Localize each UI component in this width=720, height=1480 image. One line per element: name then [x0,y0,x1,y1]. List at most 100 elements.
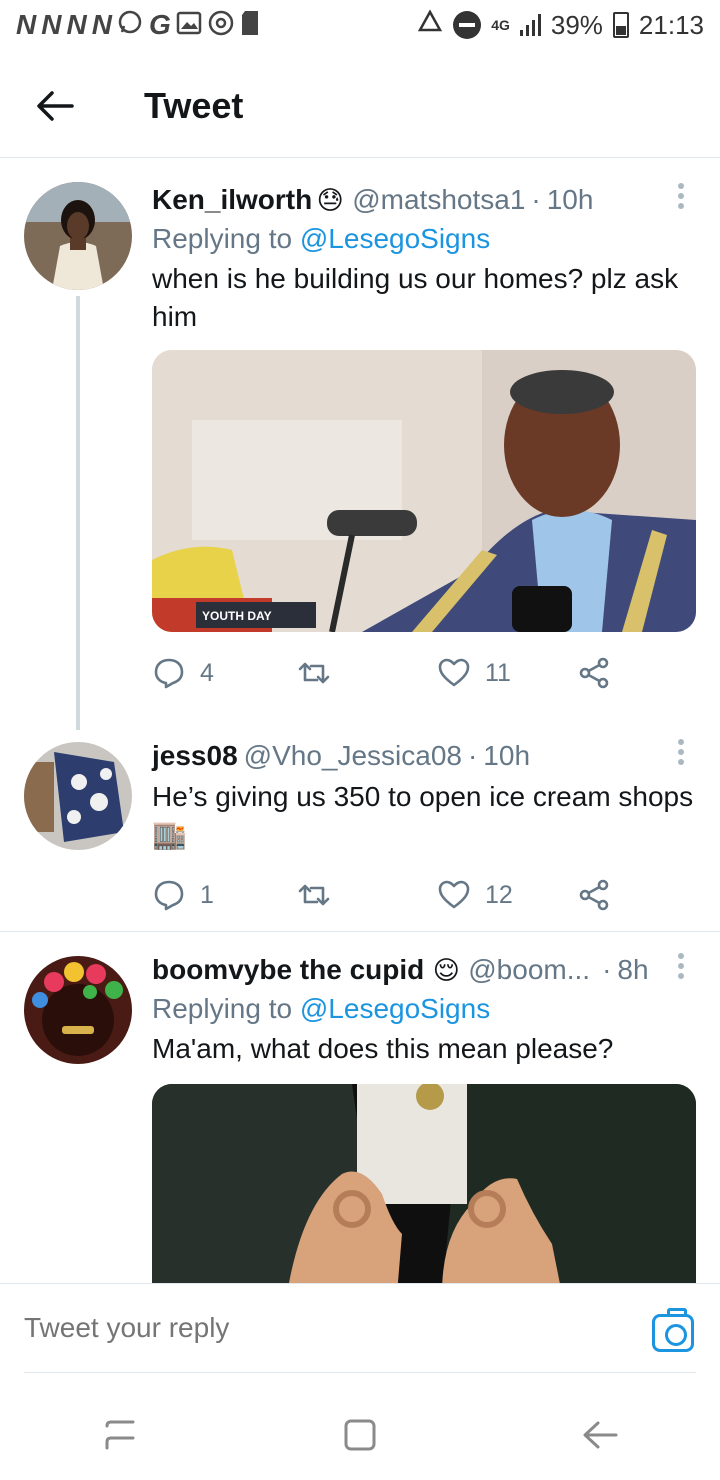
retweet-icon [298,662,330,684]
battery-percent: 39% [550,9,603,40]
recycle-icon [417,8,443,42]
tweet-header: jess08 @Vho_Jessica08 · 10h [152,738,696,774]
more-vertical-icon [678,739,684,765]
gallery-icon [176,11,202,40]
tweet-text: Ma'am, what does this mean please? [152,1033,614,1064]
share-button[interactable] [577,878,611,912]
user-name[interactable]: jess08 [152,740,238,772]
top-bar: Tweet [0,54,720,158]
more-button[interactable] [666,952,696,988]
more-vertical-icon [678,183,684,209]
separator-dot: · [602,954,612,985]
like-count: 12 [485,880,513,909]
tweet-time: 10h [546,184,594,215]
tweet-image[interactable] [152,1084,696,1283]
retweet-button[interactable] [297,656,437,690]
like-button[interactable]: 11 [437,656,577,690]
replying-label: Replying to [152,223,293,254]
whatsapp-icon [117,9,143,42]
thread-line [76,296,80,730]
separator-dot: · [467,740,478,771]
reply-icon [154,658,184,689]
user-name[interactable]: Ken_ilworth [152,184,312,216]
reply-input[interactable] [24,1302,584,1354]
google-icon: G [148,9,171,40]
like-button[interactable]: 12 [437,878,577,912]
name-emoji: 😓 [316,184,344,215]
notification-n-icon: N [16,9,36,40]
retweet-icon [298,884,330,906]
more-button[interactable] [666,738,696,774]
notification-n-icon: N [91,9,112,40]
more-button[interactable] [666,182,696,218]
back-button[interactable] [0,54,110,158]
mention-link[interactable]: @LesegoSigns [300,223,490,254]
reply-button[interactable]: 1 [152,878,297,912]
name-emoji: 😌 [432,954,460,985]
camera-button[interactable] [652,1308,694,1352]
avatar[interactable] [24,182,132,290]
avatar[interactable] [24,956,132,1064]
system-back-button[interactable] [570,1405,630,1465]
home-icon [344,1419,376,1451]
tweet-time: 10h [483,740,531,771]
user-handle[interactable]: @Vho_Jessica08 [244,740,462,772]
notification-n-icon: N [41,9,61,40]
reply-count: 1 [200,880,214,909]
tweet-header: Ken_ilworth 😓 @matshotsa1 · 10h [152,182,696,218]
arrow-left-icon [37,90,74,121]
tweet-header: boomvybe the cupid 😌 @boom... · 8h [152,952,696,988]
network-type: 4G [491,17,510,33]
like-count: 11 [485,658,511,687]
more-vertical-icon [678,953,684,979]
reply-button[interactable]: 4 [152,656,297,690]
tweet-image[interactable]: YOUTH DAY [152,350,696,632]
heart-icon [438,658,470,687]
mention-link[interactable]: @LesegoSigns [300,993,490,1024]
tweet-text: He’s giving us 350 to open ice cream sho… [152,781,694,850]
tweet-boomvybe[interactable]: boomvybe the cupid 😌 @boom... · 8h Reply… [0,932,720,1283]
replying-label: Replying to [152,993,293,1024]
user-handle[interactable]: @boom... [468,954,590,986]
home-button[interactable] [330,1405,390,1465]
status-system: 4G 39% 21:13 [417,8,704,42]
page-title: Tweet [144,84,244,126]
heart-icon [438,880,470,909]
recent-apps-button[interactable] [90,1405,150,1465]
status-bar: N N N N G 4G 39% 21:13 [0,0,720,50]
system-nav-bar [0,1390,720,1480]
replying-to: Replying to @LesegoSigns [152,223,696,255]
tweet-time: 8h [617,954,649,985]
user-name[interactable]: boomvybe the cupid [152,954,424,986]
tweet-text: when is he building us our homes? plz as… [152,263,679,332]
reply-icon [154,880,184,911]
tweet-content: Ken_ilworth 😓 @matshotsa1 · 10h Replying… [152,182,696,698]
do-not-disturb-icon [453,11,482,39]
avatar[interactable] [24,742,132,850]
share-icon [579,879,609,911]
tweet-content: jess08 @Vho_Jessica08 · 10h He’s giving … [152,738,696,920]
tweet-jess08[interactable]: jess08 @Vho_Jessica08 · 10h He’s giving … [0,730,720,930]
separator-dot: · [531,184,541,215]
battery-icon [612,12,629,38]
chrome-icon [208,10,234,41]
recent-apps-icon [105,1420,135,1450]
replying-to: Replying to @LesegoSigns [152,993,696,1025]
tweet-ken-ilworth[interactable]: Ken_ilworth 😓 @matshotsa1 · 10h Replying… [0,160,720,730]
status-notifications: N N N N G [16,9,260,42]
retweet-button[interactable] [297,878,437,912]
reply-count: 4 [200,658,214,687]
user-handle[interactable]: @matshotsa1 [352,184,525,216]
clock: 21:13 [638,9,704,40]
tweet-actions: 1 12 [152,870,696,920]
media-caption: YOUTH DAY [202,609,272,623]
tweet-content: boomvybe the cupid 😌 @boom... · 8h Reply… [152,952,696,1283]
signal-icon [519,14,541,36]
reply-bar [0,1283,720,1373]
reply-underline [24,1372,696,1373]
sd-card-icon [240,10,260,41]
share-button[interactable] [577,656,611,690]
tweet-actions: 4 11 [152,648,696,698]
back-icon [583,1421,618,1449]
share-icon [579,657,609,689]
